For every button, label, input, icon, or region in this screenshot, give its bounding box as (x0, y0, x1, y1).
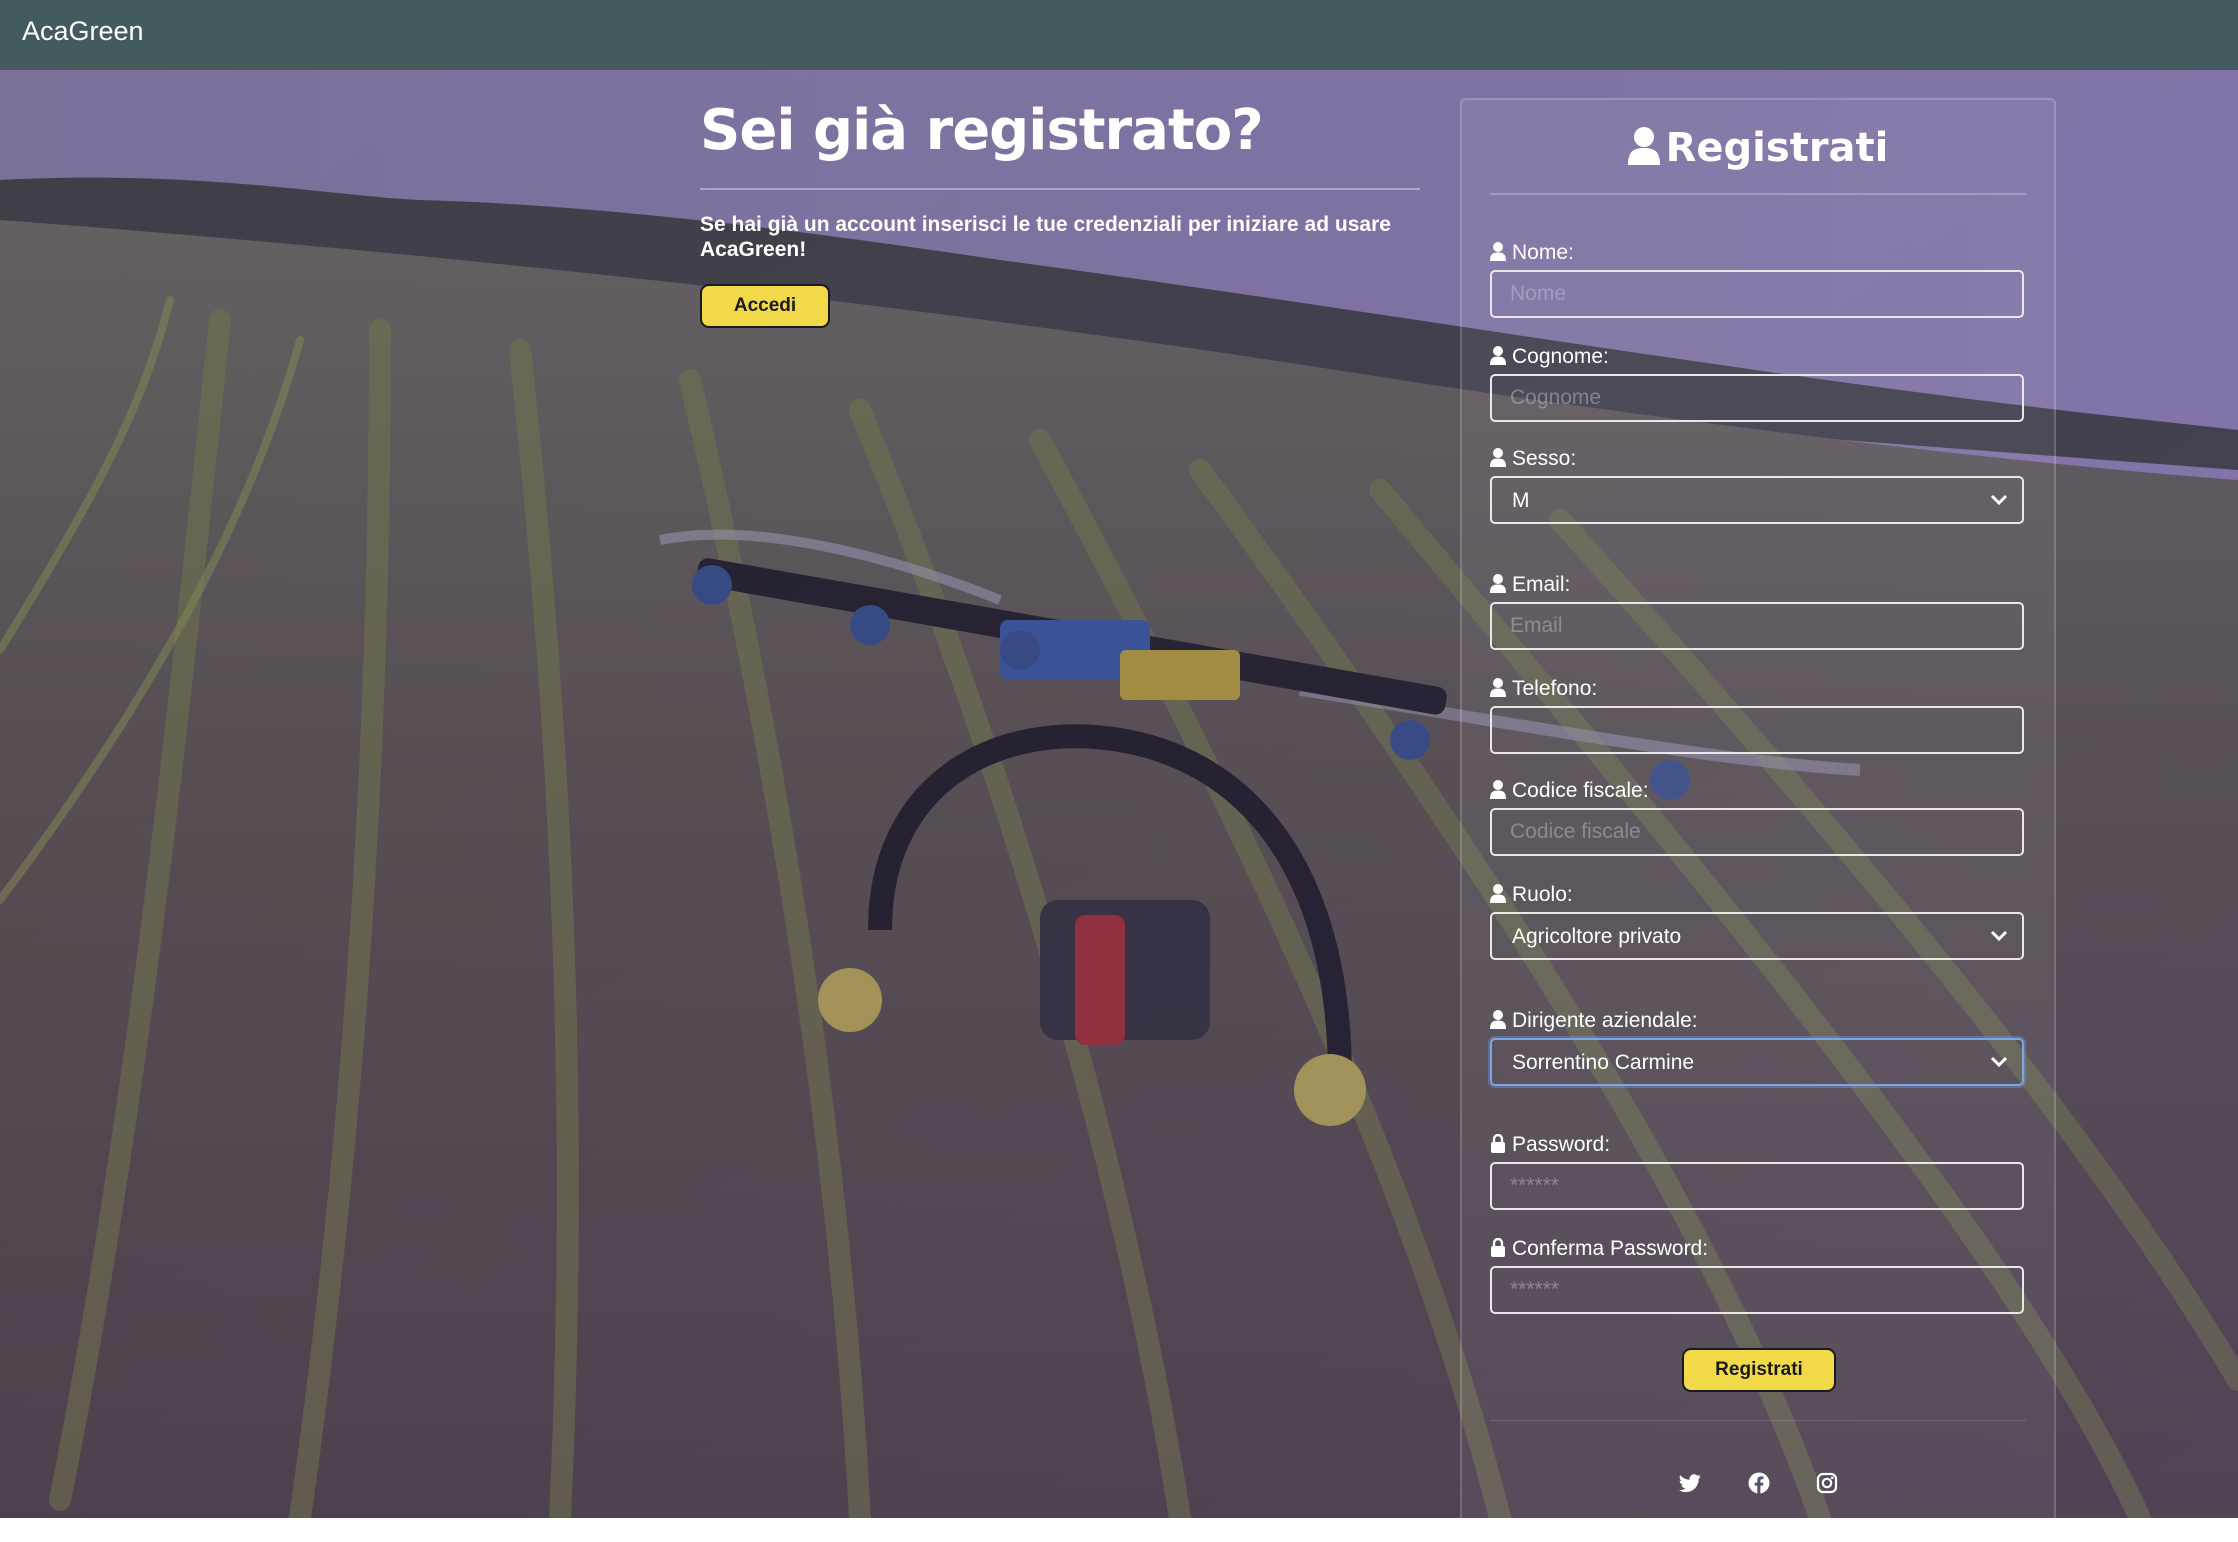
sesso-select[interactable]: M (1490, 476, 2024, 524)
instagram-icon[interactable] (1816, 1472, 1838, 1499)
cognome-label: Cognome: (1490, 344, 1609, 370)
codice-fiscale-input[interactable]: Codice fiscale (1490, 808, 2024, 856)
social-links (1462, 1472, 2054, 1499)
nome-label: Nome: (1490, 240, 1574, 266)
register-button[interactable]: Registrati (1682, 1348, 1836, 1392)
ruolo-select[interactable]: Agricoltore privato (1490, 912, 2024, 960)
register-card: Registrati Nome: Nome Cognome: Cognome S… (1460, 98, 2056, 1542)
user-icon (1490, 574, 1506, 593)
user-icon (1490, 780, 1506, 799)
navbar: AcaGreen (0, 0, 2238, 70)
login-title: Sei già registrato? (700, 98, 1264, 163)
codice-fiscale-placeholder: Codice fiscale (1510, 820, 1641, 843)
telefono-label: Telefono: (1490, 676, 1597, 702)
ruolo-value: Agricoltore privato (1512, 925, 1682, 948)
user-icon (1490, 448, 1506, 467)
nome-input[interactable]: Nome (1490, 270, 2024, 318)
user-icon (1490, 884, 1506, 903)
chevron-down-icon (1990, 1056, 2008, 1068)
cognome-placeholder: Cognome (1510, 386, 1602, 409)
password-label: Password: (1490, 1132, 1610, 1158)
dirigente-value: Sorrentino Carmine (1512, 1051, 1695, 1074)
brand-logo-text[interactable]: AcaGreen (22, 16, 144, 47)
register-title: Registrati (1462, 125, 2054, 171)
divider (1490, 1420, 2026, 1421)
telefono-input[interactable] (1490, 706, 2024, 754)
user-icon (1490, 1010, 1506, 1029)
dirigente-select[interactable]: Sorrentino Carmine (1490, 1038, 2024, 1086)
login-prompt-section: Sei già registrato? Se hai già un accoun… (700, 92, 1420, 328)
sesso-label: Sesso: (1490, 446, 1576, 472)
lock-icon (1491, 1133, 1505, 1153)
user-icon (1627, 127, 1660, 165)
user-icon (1490, 346, 1506, 365)
login-description: Se hai già un account inserisci le tue c… (700, 213, 1391, 261)
ruolo-label: Ruolo: (1490, 882, 1573, 908)
dirigente-label: Dirigente aziendale: (1490, 1008, 1698, 1034)
facebook-icon[interactable] (1748, 1472, 1770, 1499)
nome-placeholder: Nome (1510, 282, 1567, 305)
divider (700, 188, 1420, 190)
lock-icon (1491, 1237, 1505, 1257)
email-input[interactable]: Email (1490, 602, 2024, 650)
codice-fiscale-label: Codice fiscale: (1490, 778, 1649, 804)
chevron-down-icon (1990, 930, 2008, 942)
email-placeholder: Email (1510, 614, 1563, 637)
conferma-password-input[interactable]: ****** (1490, 1266, 2024, 1314)
sesso-value: M (1512, 489, 1530, 512)
cognome-input[interactable]: Cognome (1490, 374, 2024, 422)
password-placeholder: ****** (1510, 1174, 1560, 1197)
password-input[interactable]: ****** (1490, 1162, 2024, 1210)
chevron-down-icon (1990, 494, 2008, 506)
login-button[interactable]: Accedi (700, 284, 830, 328)
email-label: Email: (1490, 572, 1570, 598)
twitter-icon[interactable] (1678, 1474, 1702, 1499)
divider (1490, 193, 2026, 195)
register-title-text: Registrati (1665, 125, 1889, 171)
user-icon (1490, 242, 1506, 261)
user-icon (1490, 678, 1506, 697)
conferma-password-label: Conferma Password: (1490, 1236, 1708, 1262)
conferma-password-placeholder: ****** (1510, 1278, 1560, 1301)
